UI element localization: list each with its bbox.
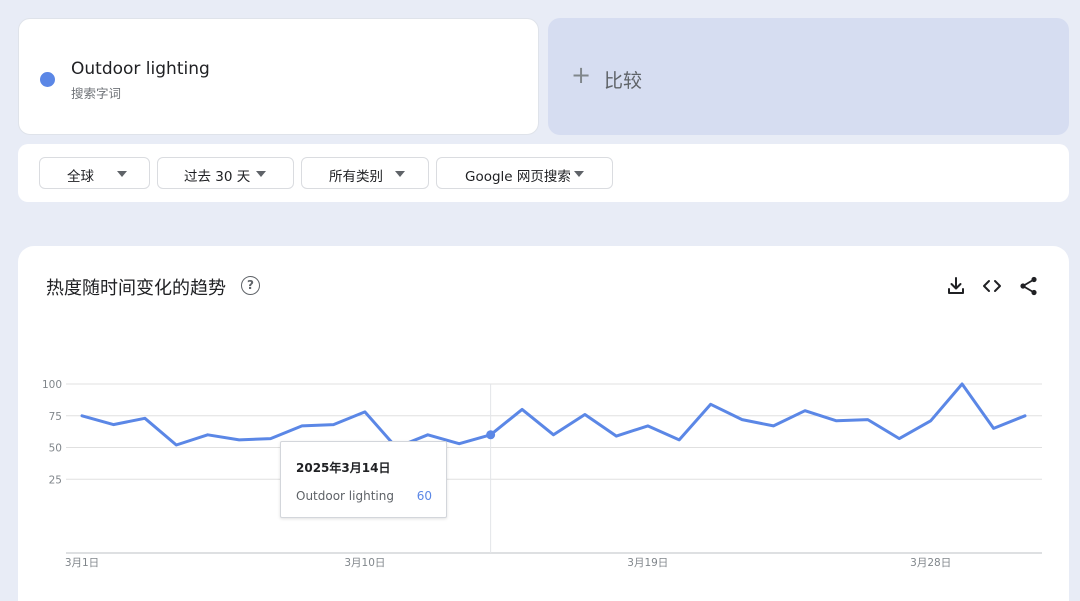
series-color-dot: [40, 72, 55, 87]
data-point[interactable]: [708, 401, 714, 407]
data-point[interactable]: [519, 406, 525, 412]
y-tick-label: 50: [49, 443, 62, 455]
tooltip-series-name: Outdoor lighting: [296, 489, 394, 503]
data-point[interactable]: [645, 423, 651, 429]
data-point[interactable]: [110, 422, 116, 428]
add-comparison-button[interactable]: + 比较: [548, 18, 1069, 135]
search-type-dropdown[interactable]: Google 网页搜索: [436, 157, 613, 189]
highlighted-data-point[interactable]: [486, 430, 496, 440]
y-tick-label: 75: [49, 411, 62, 423]
filter-bar: 全球 过去 30 天 所有类别 Google 网页搜索: [18, 144, 1069, 202]
data-point[interactable]: [771, 423, 777, 429]
interest-over-time-card: 热度随时间变化的趋势 ? 25 50 75 100 3月1日 3月10日 3月19日 3月2…: [18, 246, 1069, 601]
y-tick-label: 25: [49, 474, 62, 486]
data-point[interactable]: [268, 436, 274, 442]
data-point[interactable]: [959, 381, 965, 387]
data-point[interactable]: [865, 417, 871, 423]
data-point[interactable]: [833, 418, 839, 424]
data-point[interactable]: [1022, 413, 1028, 419]
data-point[interactable]: [802, 408, 808, 414]
chevron-down-icon: [395, 171, 405, 177]
search-term-card[interactable]: Outdoor lighting 搜索字词: [18, 18, 539, 135]
search-type-label: Google 网页搜索: [465, 169, 571, 185]
data-point[interactable]: [425, 432, 431, 438]
chevron-down-icon: [117, 171, 127, 177]
category-label: 所有类别: [329, 169, 383, 185]
data-point[interactable]: [551, 432, 557, 438]
chevron-down-icon: [256, 171, 266, 177]
data-point[interactable]: [142, 415, 148, 421]
data-point[interactable]: [928, 418, 934, 424]
x-tick-label: 3月1日: [65, 557, 99, 569]
data-point[interactable]: [236, 437, 242, 443]
data-point[interactable]: [299, 423, 305, 429]
data-point[interactable]: [896, 436, 902, 442]
data-point[interactable]: [330, 422, 336, 428]
time-range-dropdown[interactable]: 过去 30 天: [157, 157, 294, 189]
data-point[interactable]: [456, 441, 462, 447]
data-point[interactable]: [79, 413, 85, 419]
compare-label: 比较: [604, 70, 643, 92]
region-dropdown[interactable]: 全球: [39, 157, 150, 189]
time-range-label: 过去 30 天: [184, 169, 251, 185]
x-tick-label: 3月10日: [344, 557, 385, 569]
data-point[interactable]: [991, 425, 997, 431]
plus-icon: +: [571, 61, 592, 89]
data-point[interactable]: [613, 433, 619, 439]
chart-tooltip: 2025年3月14日 Outdoor lighting 60: [280, 441, 447, 518]
search-term-name: Outdoor lighting: [71, 59, 210, 79]
y-tick-label: 100: [42, 379, 62, 391]
data-point[interactable]: [205, 432, 211, 438]
x-tick-label: 3月28日: [910, 557, 951, 569]
category-dropdown[interactable]: 所有类别: [301, 157, 429, 189]
tooltip-date: 2025年3月14日: [296, 461, 391, 475]
trend-chart[interactable]: 25 50 75 100 3月1日 3月10日 3月19日 3月28日: [18, 246, 1069, 601]
data-point[interactable]: [739, 417, 745, 423]
data-point[interactable]: [362, 409, 368, 415]
data-point[interactable]: [173, 442, 179, 448]
data-point[interactable]: [676, 437, 682, 443]
region-label: 全球: [67, 169, 94, 185]
x-tick-label: 3月19日: [627, 557, 668, 569]
tooltip-value: 60: [416, 489, 432, 503]
search-term-subtitle: 搜索字词: [71, 86, 122, 101]
data-point[interactable]: [582, 411, 588, 417]
chevron-down-icon: [574, 171, 584, 177]
